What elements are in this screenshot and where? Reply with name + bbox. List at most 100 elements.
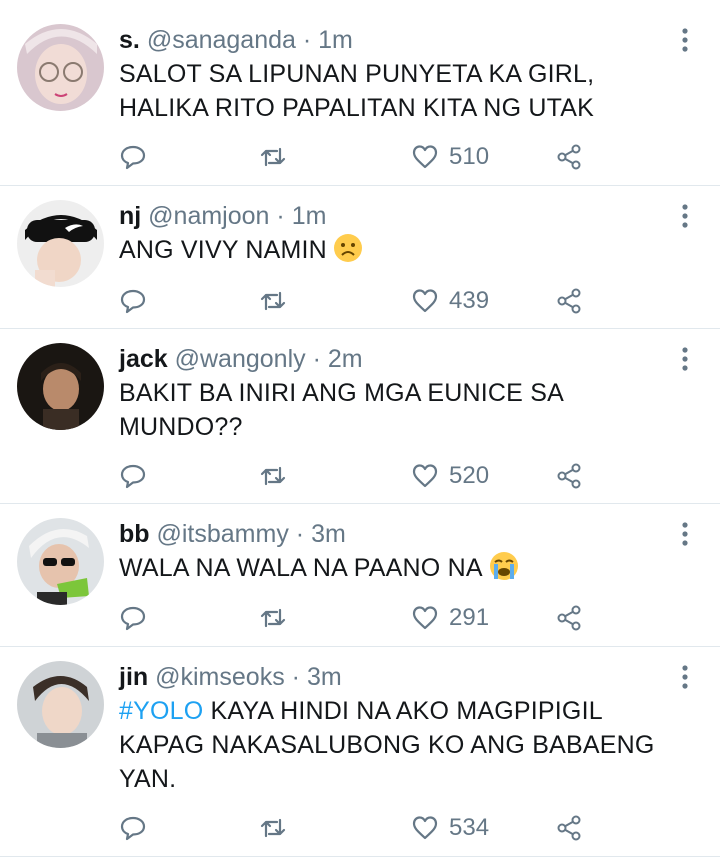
reply-icon bbox=[120, 145, 146, 170]
separator: · bbox=[276, 202, 285, 230]
share-icon bbox=[557, 815, 581, 841]
tweet-text: SALOT SA LIPUNAN PUNYETA KA GIRL, HALIKA… bbox=[119, 57, 660, 125]
separator: · bbox=[295, 520, 305, 548]
tweet[interactable]: nj @namjoon · 1m ANG VIVY NAMIN 439 bbox=[0, 186, 720, 329]
share-button[interactable] bbox=[555, 601, 583, 635]
timestamp[interactable]: 1m bbox=[292, 202, 327, 230]
heart-icon bbox=[412, 464, 438, 488]
reply-button[interactable] bbox=[119, 811, 147, 845]
retweet-icon bbox=[260, 291, 286, 311]
reply-icon bbox=[120, 289, 146, 314]
like-button[interactable]: 291 bbox=[411, 601, 489, 635]
like-count: 510 bbox=[449, 143, 490, 170]
share-button[interactable] bbox=[555, 459, 583, 493]
tweet-actions: 510 bbox=[119, 140, 720, 174]
tweet-header: s. @sanaganda · 1m bbox=[119, 24, 660, 56]
avatar[interactable] bbox=[17, 24, 104, 111]
display-name[interactable]: s. bbox=[119, 26, 140, 54]
girl-with-glasses-avatar bbox=[17, 24, 104, 111]
display-name[interactable]: jack bbox=[119, 345, 168, 373]
tweet-text: BAKIT BA INIRI ANG MGA EUNICE SA MUNDO?? bbox=[119, 376, 660, 444]
tweet-actions: 520 bbox=[119, 459, 720, 493]
tweet[interactable]: s. @sanaganda · 1m SALOT SA LIPUNAN PUNY… bbox=[0, 0, 720, 186]
like-button[interactable]: 439 bbox=[411, 284, 489, 318]
avatar[interactable] bbox=[17, 200, 104, 287]
separator: · bbox=[302, 26, 312, 54]
tweet-actions: 534 bbox=[119, 811, 720, 845]
tweet-header: jack @wangonly · 2m bbox=[119, 343, 660, 375]
tweet[interactable]: bb @itsbammy · 3m WALA NA WALA NA PAANO … bbox=[0, 504, 720, 647]
tweet-text: ANG VIVY NAMIN bbox=[119, 233, 660, 267]
heart-icon bbox=[412, 289, 438, 313]
like-count: 534 bbox=[449, 814, 490, 841]
display-name[interactable]: bb bbox=[119, 520, 150, 548]
reply-button[interactable] bbox=[119, 140, 147, 174]
avatar[interactable] bbox=[17, 343, 104, 430]
more-options-icon[interactable] bbox=[678, 520, 692, 548]
like-count: 439 bbox=[449, 287, 490, 314]
retweet-icon bbox=[260, 818, 286, 838]
retweet-icon bbox=[260, 147, 286, 167]
user-handle[interactable]: @itsbammy bbox=[157, 520, 289, 548]
tweet-text-part: ANG VIVY NAMIN bbox=[119, 236, 327, 264]
share-icon bbox=[557, 463, 581, 489]
separator: · bbox=[312, 345, 321, 373]
retweet-button[interactable] bbox=[259, 459, 287, 493]
tweet-header: jin @kimseoks · 3m bbox=[119, 661, 660, 693]
retweet-button[interactable] bbox=[259, 811, 287, 845]
like-button[interactable]: 510 bbox=[411, 140, 489, 174]
like-count: 520 bbox=[449, 462, 490, 489]
timestamp[interactable]: 3m bbox=[307, 663, 342, 691]
hashtag-link[interactable]: #YOLO bbox=[119, 697, 203, 725]
retweet-icon bbox=[260, 466, 286, 486]
user-handle[interactable]: @sanaganda bbox=[147, 26, 296, 54]
tweet-actions: 439 bbox=[119, 284, 720, 318]
share-button[interactable] bbox=[555, 284, 583, 318]
reply-button[interactable] bbox=[119, 284, 147, 318]
share-button[interactable] bbox=[555, 140, 583, 174]
share-button[interactable] bbox=[555, 811, 583, 845]
reply-button[interactable] bbox=[119, 459, 147, 493]
tweet[interactable]: jack @wangonly · 2m BAKIT BA INIRI ANG M… bbox=[0, 329, 720, 504]
timestamp[interactable]: 2m bbox=[328, 345, 363, 373]
tweet-text: #YOLO KAYA HINDI NA AKO MAGPIPIGIL KAPAG… bbox=[119, 694, 660, 796]
heart-icon bbox=[412, 816, 438, 840]
tweet-header: nj @namjoon · 1m bbox=[119, 200, 660, 232]
retweet-button[interactable] bbox=[259, 601, 287, 635]
user-handle[interactable]: @wangonly bbox=[175, 345, 306, 373]
like-button[interactable]: 520 bbox=[411, 459, 489, 493]
more-options-icon[interactable] bbox=[678, 345, 692, 373]
like-button[interactable]: 534 bbox=[411, 811, 489, 845]
timestamp[interactable]: 3m bbox=[311, 520, 346, 548]
silver-hair-sunglasses-avatar bbox=[17, 518, 104, 605]
share-icon bbox=[557, 288, 581, 314]
avatar[interactable] bbox=[17, 518, 104, 605]
reply-button[interactable] bbox=[119, 601, 147, 635]
timestamp[interactable]: 1m bbox=[318, 26, 353, 54]
share-icon bbox=[557, 144, 581, 170]
tweet-text-part: WALA NA WALA NA PAANO NA bbox=[119, 554, 483, 582]
loudly-crying-face-emoji bbox=[489, 552, 518, 580]
retweet-button[interactable] bbox=[259, 140, 287, 174]
user-handle[interactable]: @kimseoks bbox=[155, 663, 285, 691]
more-options-icon[interactable] bbox=[678, 202, 692, 230]
man-portrait-avatar bbox=[17, 661, 104, 748]
reply-icon bbox=[120, 464, 146, 489]
like-count: 291 bbox=[449, 604, 490, 631]
retweet-button[interactable] bbox=[259, 284, 287, 318]
dark-portrait-avatar bbox=[17, 343, 104, 430]
tweet-feed: s. @sanaganda · 1m SALOT SA LIPUNAN PUNY… bbox=[0, 0, 720, 857]
display-name[interactable]: nj bbox=[119, 202, 141, 230]
tweet-header: bb @itsbammy · 3m bbox=[119, 518, 660, 550]
tweet-text-part: SALOT SA LIPUNAN PUNYETA KA GIRL, HALIKA… bbox=[119, 60, 595, 122]
share-icon bbox=[557, 605, 581, 631]
heart-icon bbox=[412, 145, 438, 169]
person-with-cap-avatar bbox=[17, 200, 104, 287]
display-name[interactable]: jin bbox=[119, 663, 148, 691]
avatar[interactable] bbox=[17, 661, 104, 748]
heart-icon bbox=[412, 606, 438, 630]
more-options-icon[interactable] bbox=[678, 26, 692, 54]
more-options-icon[interactable] bbox=[678, 663, 692, 691]
user-handle[interactable]: @namjoon bbox=[148, 202, 269, 230]
tweet[interactable]: jin @kimseoks · 3m #YOLO KAYA HINDI NA A… bbox=[0, 647, 720, 857]
